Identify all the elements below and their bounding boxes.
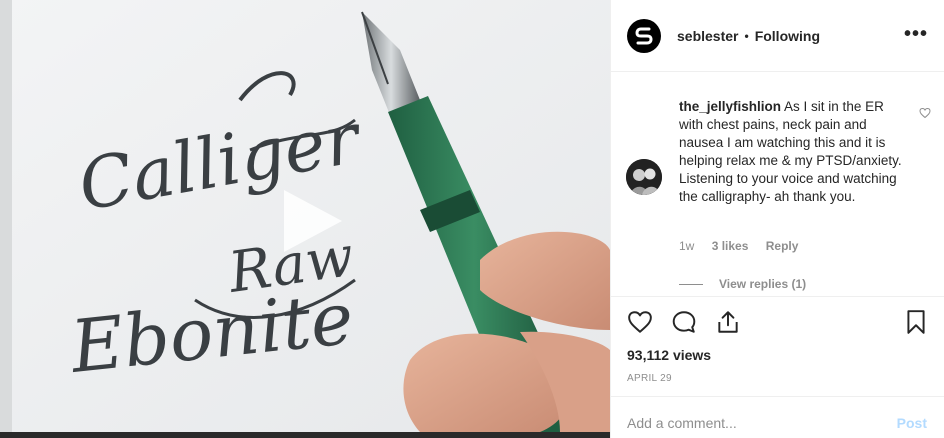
play-button[interactable] (278, 186, 348, 256)
comment-time: 1w (679, 239, 695, 253)
comment-meta: 1w 3 likes Reply (679, 239, 812, 253)
separator-dot: • (744, 28, 749, 43)
comment-body: the_jellyfishlion As I sit in the ER wit… (679, 98, 911, 206)
view-replies-label: View replies (1) (719, 277, 807, 291)
replies-divider-line (679, 283, 703, 285)
comment-bubble-icon[interactable] (671, 309, 697, 335)
action-icons (625, 309, 931, 337)
seblester-logo-icon (635, 27, 653, 44)
like-comment-heart-icon[interactable] (919, 107, 931, 119)
bookmark-save-icon[interactable] (903, 309, 929, 335)
comment-composer: Post (611, 396, 944, 438)
instagram-post-window: Calliger Raw Ebonite seblester • Followi… (0, 0, 944, 438)
view-replies-button[interactable]: View replies (1) (679, 277, 806, 291)
video-progress-strip (0, 432, 610, 438)
play-icon (284, 190, 342, 252)
comment-text: As I sit in the ER with chest pains, nec… (679, 99, 902, 204)
comment-author[interactable]: the_jellyfishlion (679, 99, 781, 114)
avatar-photo-icon (626, 159, 662, 195)
post-date: APRIL 29 (627, 373, 672, 384)
post-sidebar: seblester • Following ••• the_jellyfishl… (610, 0, 944, 438)
post-header: seblester • Following ••• (611, 0, 944, 72)
reply-button[interactable]: Reply (766, 239, 799, 253)
view-count[interactable]: 93,112 views (627, 347, 711, 363)
post-comment-button[interactable]: Post (897, 415, 927, 431)
post-actions: 93,112 views APRIL 29 (611, 296, 944, 396)
following-button[interactable]: Following (755, 28, 820, 44)
video-player[interactable]: Calliger Raw Ebonite (0, 0, 610, 432)
comment-likes[interactable]: 3 likes (712, 239, 749, 253)
add-comment-input[interactable] (627, 415, 867, 431)
more-options-button[interactable]: ••• (904, 24, 928, 44)
share-upload-icon[interactable] (715, 309, 741, 335)
like-heart-icon[interactable] (627, 309, 653, 335)
comment-avatar[interactable] (626, 159, 662, 195)
avatar[interactable] (627, 18, 661, 53)
comments-list[interactable]: the_jellyfishlion As I sit in the ER wit… (611, 73, 944, 295)
post-author-username[interactable]: seblester (677, 28, 738, 44)
